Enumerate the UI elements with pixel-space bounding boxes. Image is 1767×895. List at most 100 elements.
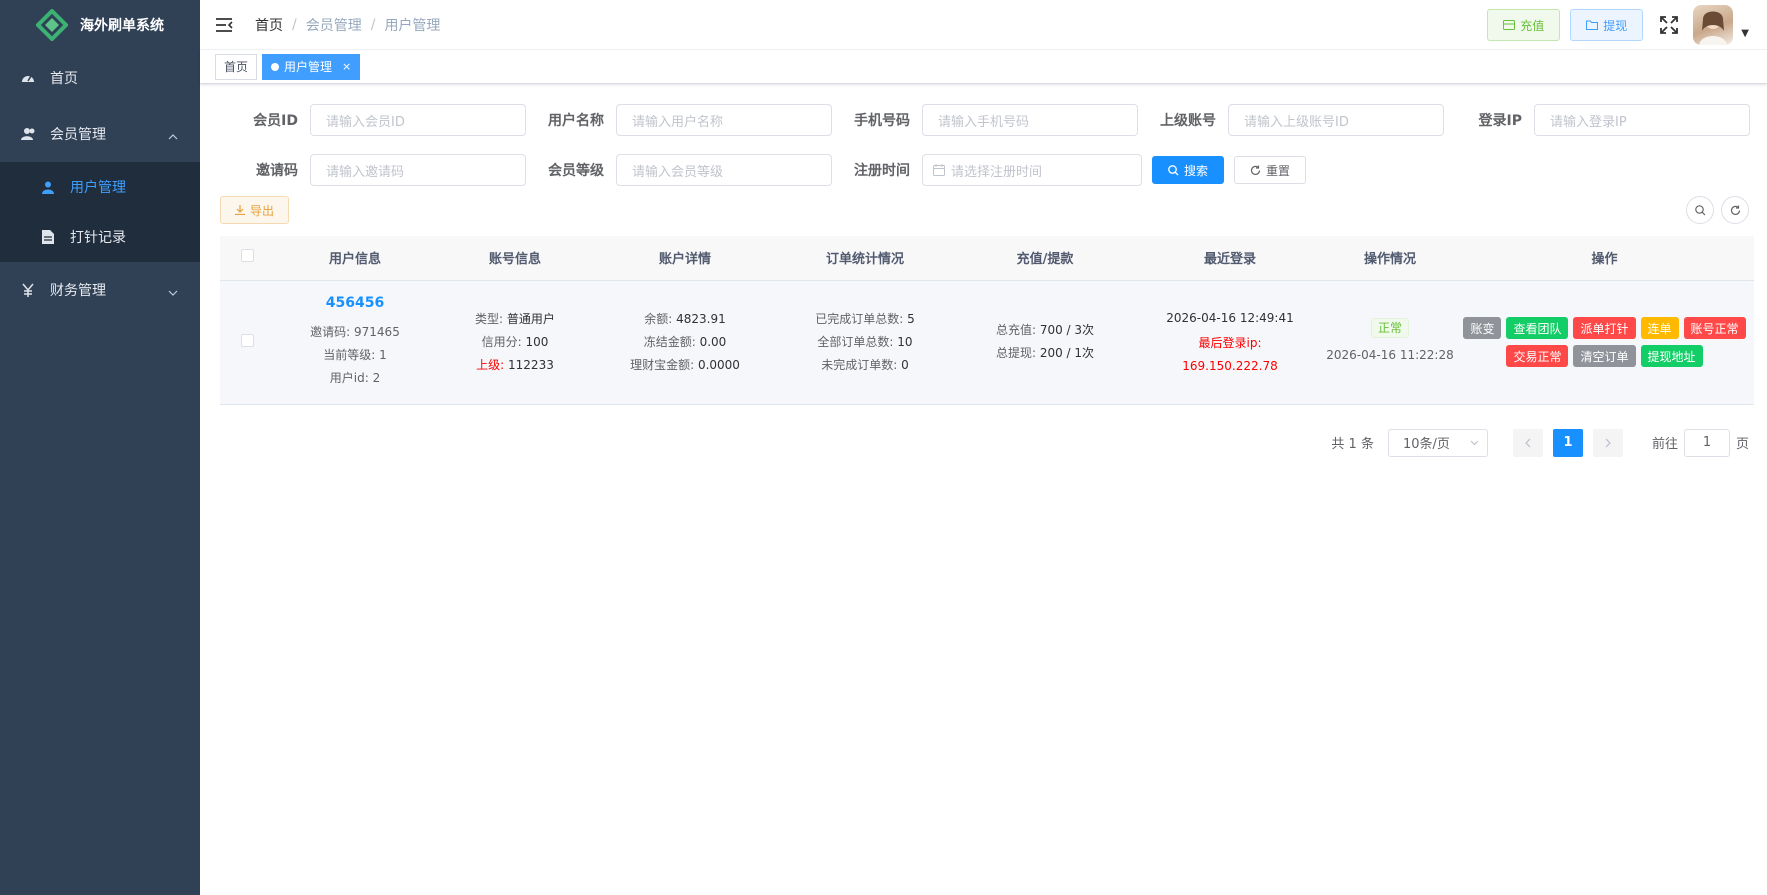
- toggle-search-button[interactable]: [1686, 196, 1714, 224]
- value: 0.00: [699, 334, 727, 349]
- value: 200 / 1次: [1039, 346, 1095, 360]
- breadcrumb-home[interactable]: 首页: [255, 15, 283, 35]
- sidebar-item-user-management[interactable]: 用户管理: [0, 162, 200, 212]
- refresh-button[interactable]: [1721, 196, 1749, 224]
- reset-button[interactable]: 重置: [1234, 156, 1307, 184]
- search-button[interactable]: 搜索: [1152, 156, 1225, 184]
- trade-status-button[interactable]: 交易正常: [1506, 345, 1569, 367]
- sidebar-item-label: 财务管理: [50, 283, 106, 299]
- yen-icon: [20, 283, 36, 297]
- refresh-icon: [1250, 165, 1261, 175]
- phone-input[interactable]: 请输入手机号码: [922, 104, 1138, 136]
- label: 未完成订单数:: [821, 357, 898, 372]
- value: 700 / 3次: [1039, 323, 1095, 337]
- chevron-down-icon: [168, 284, 178, 300]
- uncompleted-orders: 未完成订单数: 0: [775, 354, 955, 377]
- completed-orders: 已完成订单总数: 5: [775, 308, 955, 331]
- goto-prefix: 前往: [1651, 437, 1678, 452]
- caret-down-icon[interactable]: ▼: [1741, 28, 1749, 39]
- user-icon: [40, 181, 56, 194]
- label: 冻结金额:: [643, 334, 696, 349]
- label: 总提现:: [995, 346, 1036, 360]
- row-checkbox[interactable]: [241, 334, 254, 347]
- table-tools: [1679, 196, 1749, 224]
- tag-user-management[interactable]: 用户管理 ×: [262, 53, 361, 80]
- combo-order-button[interactable]: 连单: [1640, 317, 1679, 339]
- page-size-select[interactable]: 10条/页: [1387, 428, 1488, 457]
- account-status-button[interactable]: 账号正常: [1683, 317, 1746, 339]
- field-label: 会员ID: [253, 113, 298, 129]
- sidebar-item-finance[interactable]: 财务管理: [0, 262, 200, 318]
- active-dot-icon: [271, 62, 280, 71]
- balance-change-button[interactable]: 账变: [1463, 317, 1502, 339]
- prev-page-button[interactable]: [1512, 428, 1543, 457]
- field-member-id: 会员ID 请输入会员ID: [220, 104, 526, 136]
- wealth-amount: 理财宝金额: 0.0000: [595, 354, 775, 377]
- avatar[interactable]: [1693, 5, 1734, 45]
- sidebar-item-label: 打针记录: [70, 230, 126, 246]
- sidebar-item-injection-records[interactable]: 打针记录: [0, 212, 200, 262]
- tag-label: 用户管理: [284, 60, 333, 74]
- fullscreen-icon[interactable]: [1659, 15, 1679, 35]
- field-label: 登录IP: [1478, 113, 1522, 129]
- view-team-button[interactable]: 查看团队: [1506, 317, 1569, 339]
- table-header-row: 用户信息 账号信息 账户详情 订单统计情况 充值/提款 最近登录 操作情况 操作: [220, 236, 1754, 281]
- member-id-input[interactable]: 请输入会员ID: [310, 104, 526, 136]
- dashboard-icon: [20, 71, 36, 85]
- select-all-checkbox[interactable]: [241, 249, 254, 263]
- field-invite-code: 邀请码 请输入邀请码: [220, 154, 526, 186]
- row-select-cell: [220, 280, 275, 405]
- table-toolbar: 导出: [220, 196, 1749, 224]
- export-button[interactable]: 导出: [220, 196, 290, 224]
- sidebar: 海外刷单系统 首页 会员管理 用户管理 打针记录 财务管理: [0, 0, 200, 895]
- parent-account-input[interactable]: 请输入上级账号ID: [1228, 104, 1444, 136]
- label: 总充值:: [995, 323, 1036, 337]
- pagination: 共 1 条 10条/页 1 前往 1 页: [220, 428, 1749, 457]
- sidebar-item-member[interactable]: 会员管理: [0, 106, 200, 162]
- hamburger-icon[interactable]: [215, 15, 235, 35]
- search-row-1: 会员ID 请输入会员ID 用户名称 请输入用户名称 手机号码 请输入手机号码 上…: [220, 104, 1750, 136]
- username-input[interactable]: 请输入用户名称: [616, 104, 832, 136]
- tag-home[interactable]: 首页: [215, 53, 258, 80]
- label: 上级:: [476, 357, 505, 372]
- label: 已完成订单总数:: [815, 311, 904, 326]
- search-label: 搜索: [1184, 163, 1209, 178]
- breadcrumb-member: 会员管理: [305, 17, 362, 34]
- login-ip-input[interactable]: 请输入登录IP: [1534, 104, 1750, 136]
- total-recharge: 总充值: 700 / 3次: [955, 319, 1135, 342]
- dispatch-order-button[interactable]: 派单打针: [1573, 317, 1636, 339]
- goto-page-input[interactable]: 1: [1683, 428, 1730, 457]
- next-page-button[interactable]: [1592, 428, 1623, 457]
- account-detail-cell: 余额: 4823.91 冻结金额: 0.00 理财宝金额: 0.0000: [595, 280, 775, 405]
- page-number-button[interactable]: 1: [1552, 428, 1583, 457]
- value: 5: [907, 311, 915, 326]
- label: 信用分:: [481, 334, 522, 349]
- submenu-member: 用户管理 打针记录: [0, 162, 200, 262]
- logo-text: 海外刷单系统: [80, 18, 164, 34]
- register-time-placeholder: 请选择注册时间: [951, 164, 1043, 180]
- user-id-link[interactable]: 456456: [275, 295, 435, 311]
- clear-orders-button[interactable]: 清空订单: [1573, 345, 1636, 367]
- operation-status-cell: 正常 2026-04-16 11:22:28: [1325, 280, 1455, 405]
- field-member-level: 会员等级 请输入会员等级: [526, 154, 832, 186]
- logo[interactable]: 海外刷单系统: [0, 0, 200, 50]
- logo-icon: [36, 9, 68, 41]
- account-info-cell: 类型: 普通用户 信用分: 100 上级: 112233: [435, 280, 595, 405]
- status-badge: 正常: [1370, 317, 1409, 338]
- status-time: 2026-04-16 11:22:28: [1326, 347, 1454, 362]
- breadcrumb-separator: /: [370, 16, 376, 33]
- field-parent-account: 上级账号 请输入上级账号ID: [1138, 104, 1444, 136]
- label: 类型:: [475, 311, 504, 326]
- member-level-input[interactable]: 请输入会员等级: [616, 154, 832, 186]
- close-icon[interactable]: ×: [342, 60, 351, 73]
- frozen-amount: 冻结金额: 0.00: [595, 331, 775, 354]
- invite-code-input[interactable]: 请输入邀请码: [310, 154, 526, 186]
- sidebar-item-home[interactable]: 首页: [0, 50, 200, 106]
- recharge-button[interactable]: 充值: [1487, 9, 1561, 41]
- field-label: 邀请码: [256, 163, 298, 179]
- col-header: 用户信息: [275, 236, 435, 281]
- withdraw-address-button[interactable]: 提现地址: [1640, 345, 1703, 367]
- register-time-picker[interactable]: 请选择注册时间: [922, 154, 1142, 186]
- withdraw-button[interactable]: 提现: [1570, 9, 1644, 41]
- export-label: 导出: [250, 203, 275, 218]
